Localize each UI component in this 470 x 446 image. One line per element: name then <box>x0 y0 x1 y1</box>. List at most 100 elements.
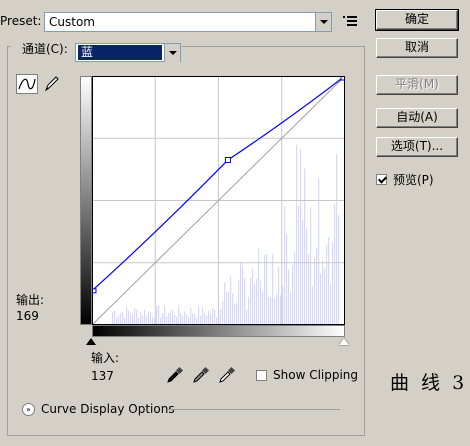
histogram-bar <box>166 316 168 325</box>
histogram-bar <box>152 316 154 325</box>
histogram-bar <box>238 279 240 325</box>
histogram-bar <box>120 312 122 325</box>
white-eyedropper-icon[interactable] <box>217 365 237 385</box>
histogram-bar <box>326 244 328 325</box>
chevron-down-icon[interactable] <box>164 44 180 62</box>
gray-eyedropper-icon[interactable] <box>191 365 211 385</box>
preset-options-menu-icon[interactable] <box>343 15 357 27</box>
histogram-bar <box>194 314 196 325</box>
auto-button[interactable]: 自动(A) <box>376 108 458 128</box>
histogram-bar <box>298 205 300 325</box>
histogram-bar <box>318 177 320 325</box>
chevron-down-icon[interactable] <box>315 13 331 31</box>
histogram-bar <box>202 306 204 325</box>
histogram-bar <box>114 311 116 325</box>
histogram-bar <box>174 315 176 325</box>
histogram-bar <box>128 310 130 325</box>
group-divider <box>7 46 11 47</box>
expand-chevron-icon[interactable]: » <box>22 402 35 416</box>
histogram-bar <box>314 258 316 325</box>
histogram-bar <box>310 207 312 325</box>
histogram-bar <box>176 316 178 325</box>
histogram-bar <box>250 277 252 325</box>
black-point-slider[interactable] <box>86 338 96 345</box>
checkbox-icon[interactable] <box>256 369 267 381</box>
histogram-bar <box>118 315 120 325</box>
histogram-bar <box>156 305 158 325</box>
curve-graph[interactable] <box>92 76 345 325</box>
histogram-bar <box>184 311 186 325</box>
histogram-bar <box>248 296 250 325</box>
histogram-bar <box>136 309 138 325</box>
output-value[interactable]: 169 <box>16 309 39 323</box>
histogram-bar <box>190 308 192 325</box>
histogram-bar <box>312 286 314 325</box>
white-point-slider[interactable] <box>339 338 349 345</box>
histogram-bar <box>130 313 132 325</box>
histogram-bar <box>268 296 270 325</box>
histogram-bar <box>328 237 330 325</box>
histogram-bar <box>214 309 216 325</box>
histogram-bar <box>272 253 274 325</box>
histogram-bar <box>276 294 278 325</box>
histogram-bar <box>228 291 230 325</box>
histogram-bar <box>300 149 302 325</box>
histogram-bar <box>234 304 236 325</box>
histogram-bar <box>336 153 338 325</box>
histogram-bar <box>112 312 114 325</box>
input-value[interactable]: 137 <box>91 369 114 383</box>
channel-dropdown[interactable]: 蓝 <box>75 43 181 62</box>
preset-dropdown[interactable]: Custom <box>44 12 332 32</box>
histogram-bar <box>164 305 166 325</box>
histogram-bar <box>322 259 324 325</box>
histogram-bar <box>270 297 272 325</box>
histogram-bar <box>290 292 292 325</box>
histogram-bar <box>146 316 148 325</box>
histogram-bar <box>188 316 190 325</box>
histogram-bar <box>224 282 226 325</box>
caption-text: 曲 线 3 <box>390 372 468 394</box>
histogram-bar <box>222 301 224 325</box>
preview-checkbox[interactable]: 预览(P) <box>376 171 434 188</box>
show-clipping-checkbox[interactable]: Show Clipping <box>256 368 358 382</box>
histogram-bar <box>296 144 298 325</box>
preset-label: Preset: <box>0 14 42 28</box>
histogram-bar <box>216 317 218 325</box>
histogram-bar <box>236 302 238 325</box>
histogram-bar <box>246 310 248 325</box>
histogram-bar <box>148 311 150 325</box>
curve-tool-button[interactable] <box>16 74 38 94</box>
histogram-bar <box>232 293 234 325</box>
histogram-bar <box>330 284 332 325</box>
black-eyedropper-icon[interactable] <box>165 365 185 385</box>
ok-button[interactable]: 确定 <box>375 9 459 31</box>
histogram-bar <box>162 312 164 325</box>
pencil-icon[interactable] <box>41 74 61 94</box>
histogram-bar <box>284 206 286 325</box>
histogram-bar <box>258 248 260 325</box>
output-gradient-bar <box>80 76 92 325</box>
histogram-bar <box>292 265 294 325</box>
group-divider <box>182 46 365 47</box>
histogram-bar <box>204 312 206 325</box>
cancel-button[interactable]: 取消 <box>376 38 458 58</box>
smooth-button[interactable]: 平滑(M) <box>376 75 458 95</box>
histogram-bar <box>116 317 118 325</box>
histogram-bar <box>278 266 280 325</box>
curve-display-options-label: Curve Display Options <box>41 402 175 416</box>
options-button[interactable]: 选项(T)... <box>376 137 458 157</box>
histogram-bar <box>124 317 126 325</box>
histogram-bar <box>144 309 146 325</box>
histogram-bar <box>210 313 212 325</box>
checkbox-icon[interactable] <box>376 174 387 185</box>
histogram-bar <box>170 311 172 325</box>
histogram-bar <box>150 312 152 325</box>
curve-display-options-toggle[interactable]: » Curve Display Options <box>22 402 175 416</box>
histogram-bar <box>262 291 264 325</box>
histogram-bar <box>302 220 304 325</box>
histogram-bar <box>304 168 306 325</box>
histogram-bar <box>198 306 200 325</box>
histogram-bar <box>280 295 282 325</box>
preset-value: Custom <box>49 15 95 29</box>
histogram-bar <box>122 311 124 325</box>
